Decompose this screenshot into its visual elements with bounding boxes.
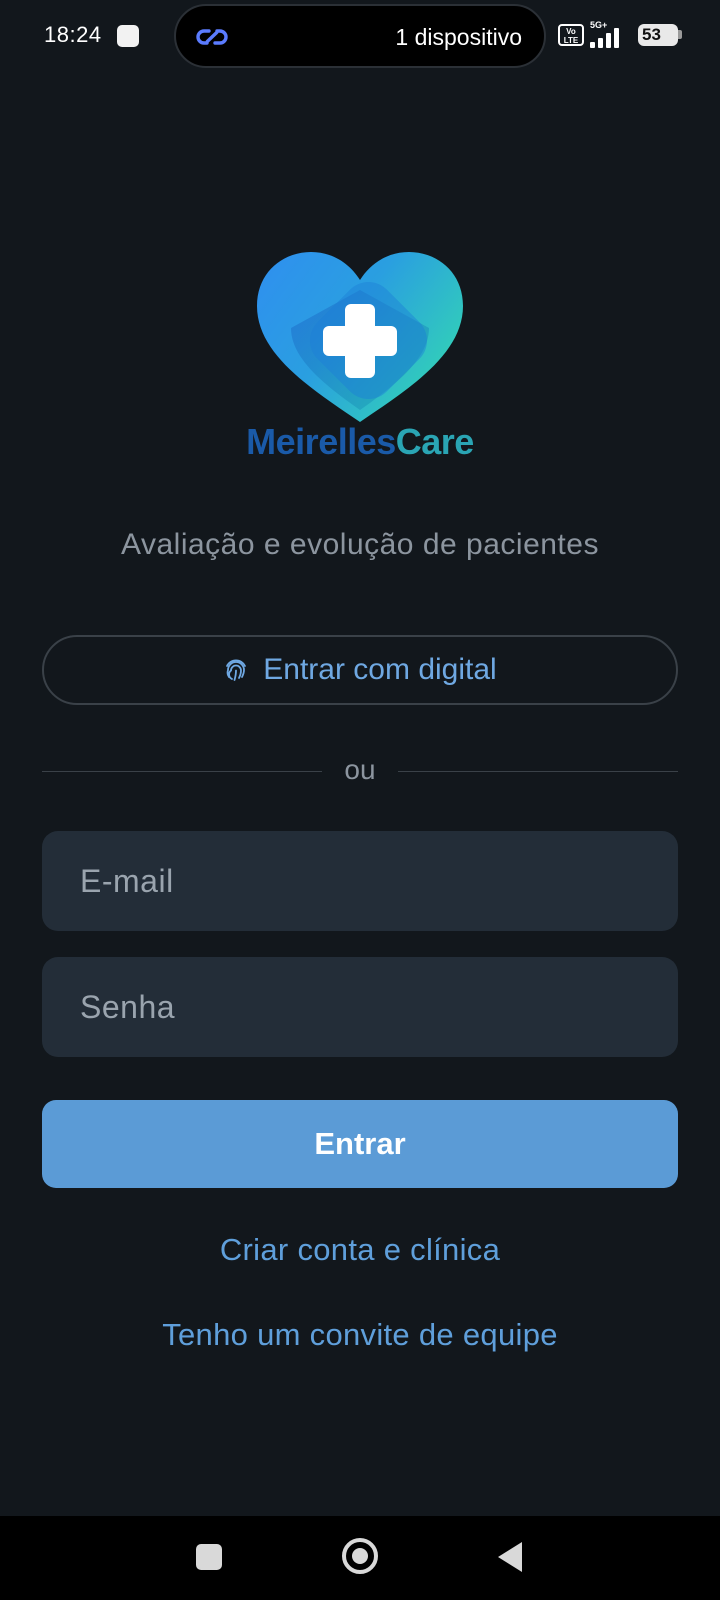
create-account-link[interactable]: Criar conta e clínica [0, 1232, 720, 1268]
brand-name-part2: Care [395, 421, 475, 462]
divider-line-right [398, 771, 678, 772]
status-bar: 18:24 1 dispositivo Vo LTE 5G+ 53 [0, 0, 720, 72]
notification-app-icon [117, 25, 139, 47]
battery-icon: 53 [638, 24, 678, 46]
fingerprint-icon [226, 659, 247, 681]
email-field[interactable] [42, 831, 678, 931]
home-icon[interactable] [342, 1538, 378, 1574]
team-invite-link[interactable]: Tenho um convite de equipe [0, 1317, 720, 1353]
divider-label: ou [344, 754, 376, 785]
heart-logo-icon [257, 252, 463, 422]
brand-wordmark: MeirellesCare [0, 421, 720, 463]
login-button[interactable]: Entrar [42, 1100, 678, 1188]
login-screen: 18:24 1 dispositivo Vo LTE 5G+ 53 Meirel… [0, 0, 720, 1600]
signal-icon [590, 28, 622, 48]
link-icon [196, 29, 228, 45]
back-icon[interactable] [498, 1542, 522, 1572]
status-indicators: Vo LTE 5G+ 53 [558, 20, 688, 50]
system-nav-bar [0, 1516, 720, 1600]
fingerprint-login-label: Entrar com digital [263, 653, 497, 686]
brand-name-part1: Meirelles [246, 421, 396, 462]
or-divider: ou [42, 752, 678, 792]
recent-apps-icon[interactable] [196, 1544, 222, 1570]
password-field[interactable] [42, 957, 678, 1057]
battery-level: 53 [642, 25, 661, 44]
fingerprint-login-button[interactable]: Entrar com digital [42, 635, 678, 705]
volte-icon: Vo LTE [558, 24, 584, 46]
battery-cap [678, 30, 682, 39]
connected-devices-label: 1 dispositivo [395, 24, 522, 50]
app-subtitle: Avaliação e evolução de pacientes [121, 528, 599, 561]
connected-devices-pill[interactable]: 1 dispositivo [174, 4, 546, 68]
status-time: 18:24 [44, 22, 102, 47]
